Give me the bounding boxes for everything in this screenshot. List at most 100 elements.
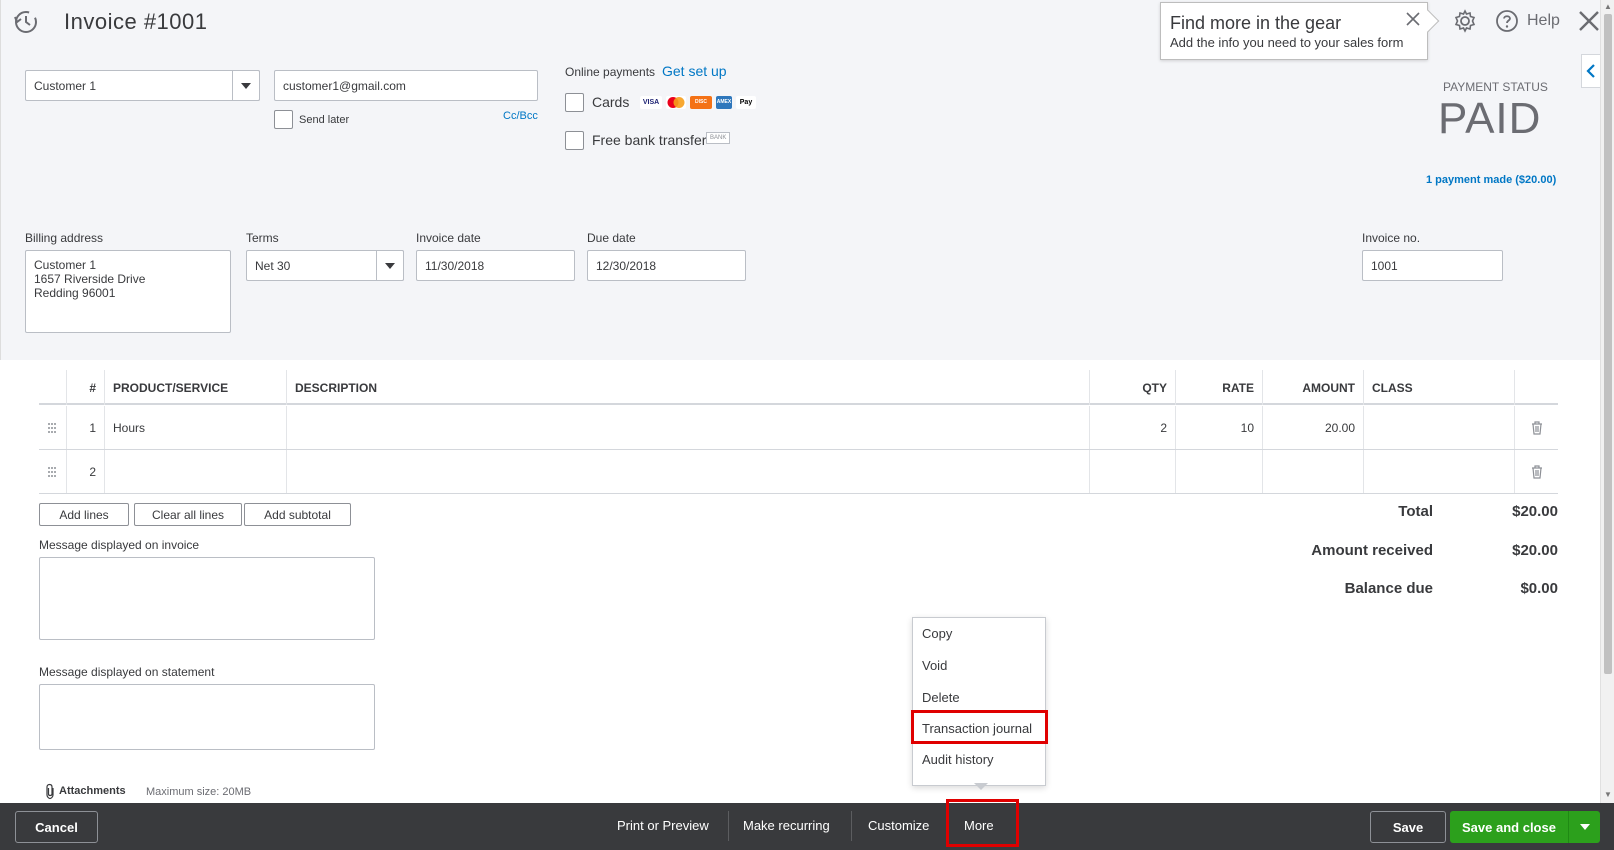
payments-made-link[interactable]: 1 payment made ($20.00) [1426, 174, 1556, 186]
drag-handle-icon[interactable] [47, 466, 57, 481]
chevron-down-icon[interactable] [376, 250, 404, 281]
row-product[interactable] [104, 450, 286, 493]
more-menu: Copy Void Delete Transaction journal Aud… [912, 617, 1046, 786]
table-row[interactable]: 1 Hours 2 10 20.00 [39, 406, 1558, 450]
page-title: Invoice #1001 [64, 9, 208, 34]
col-num: # [66, 370, 104, 405]
billing-address-field[interactable]: Customer 1 1657 Riverside Drive Redding … [25, 250, 231, 333]
row-class[interactable] [1363, 406, 1514, 449]
row-rate[interactable]: 10 [1175, 406, 1262, 449]
menu-item-audit-history[interactable]: Audit history [913, 744, 1045, 774]
statement-message-field[interactable] [39, 684, 375, 750]
save-options-dropdown[interactable] [1569, 811, 1600, 843]
amount-received-label: Amount received [1311, 542, 1433, 559]
chevron-down-icon[interactable] [232, 70, 260, 101]
row-product[interactable]: Hours [104, 406, 286, 449]
menu-item-void[interactable]: Void [913, 650, 1045, 680]
attachments-max-size: Maximum size: 20MB [146, 786, 252, 798]
vertical-scrollbar[interactable]: ▲ ▼ [1600, 0, 1614, 803]
visa-icon: VISA [640, 96, 662, 110]
customer-email-field[interactable]: customer1@gmail.com [274, 70, 538, 101]
close-form-icon[interactable] [1577, 9, 1601, 36]
total-label: Total [1398, 503, 1433, 520]
scroll-up-icon[interactable]: ▲ [1603, 2, 1613, 12]
row-amount[interactable] [1262, 450, 1363, 493]
save-and-close-button[interactable]: Save and close [1450, 811, 1568, 843]
cards-checkbox[interactable] [565, 93, 584, 112]
help-link[interactable]: Help [1527, 12, 1560, 30]
terms-label: Terms [246, 231, 279, 245]
row-qty[interactable] [1089, 450, 1175, 493]
balance-due-label: Balance due [1344, 580, 1433, 597]
send-later-checkbox[interactable] [274, 110, 293, 129]
row-class[interactable] [1363, 450, 1514, 493]
col-class: CLASS [1363, 370, 1514, 405]
footer-bar: Cancel Print or Preview Make recurring C… [0, 803, 1614, 850]
send-later-label: Send later [299, 114, 350, 126]
bank-badge: BANK [706, 132, 731, 144]
add-subtotal-button[interactable]: Add subtotal [244, 503, 351, 526]
add-lines-button[interactable]: Add lines [39, 503, 129, 526]
recent-transactions-icon[interactable] [12, 8, 40, 39]
cancel-button[interactable]: Cancel [15, 811, 98, 843]
billing-address-label: Billing address [25, 231, 104, 245]
save-and-close-split-button: Save and close [1450, 811, 1600, 843]
make-recurring-link[interactable]: Make recurring [743, 803, 830, 847]
trash-icon[interactable] [1514, 450, 1558, 493]
card-logos: VISA DISC AMEX Pay [640, 94, 760, 110]
gear-tooltip: Find more in the gear Add the info you n… [1160, 2, 1440, 60]
col-qty: QTY [1089, 370, 1175, 405]
clear-all-lines-button[interactable]: Clear all lines [134, 503, 242, 526]
bank-transfer-label: Free bank transfer [592, 132, 707, 148]
total-value: $20.00 [1512, 503, 1558, 520]
save-button[interactable]: Save [1370, 811, 1446, 843]
collapse-panel-button[interactable] [1581, 54, 1600, 88]
customer-select[interactable]: Customer 1 [25, 70, 260, 101]
line-items-header: # PRODUCT/SERVICE DESCRIPTION QTY RATE A… [39, 370, 1558, 405]
gear-icon[interactable] [1453, 9, 1477, 36]
scroll-down-icon[interactable]: ▼ [1603, 790, 1613, 800]
tooltip-close-icon[interactable] [1405, 11, 1421, 30]
discover-icon: DISC [690, 96, 712, 110]
row-description[interactable] [286, 406, 1089, 449]
trash-icon[interactable] [1514, 406, 1558, 449]
cc-bcc-link[interactable]: Cc/Bcc [503, 110, 538, 122]
print-preview-link[interactable]: Print or Preview [617, 803, 709, 847]
scroll-thumb[interactable] [1604, 14, 1612, 674]
online-payments-label: Online payments [565, 65, 656, 79]
get-set-up-link[interactable]: Get set up [662, 63, 727, 79]
cards-label: Cards [592, 94, 630, 110]
apple-pay-icon: Pay [736, 96, 756, 110]
col-amount: AMOUNT [1262, 370, 1363, 405]
help-icon[interactable] [1495, 9, 1519, 36]
more-highlight [946, 799, 1019, 847]
due-date-label: Due date [587, 231, 636, 245]
due-date-field[interactable]: 12/30/2018 [587, 250, 746, 281]
menu-item-delete[interactable]: Delete [913, 682, 1045, 712]
transaction-journal-highlight [911, 710, 1048, 744]
row-amount[interactable]: 20.00 [1262, 406, 1363, 449]
bank-transfer-checkbox[interactable] [565, 131, 584, 150]
table-row[interactable]: 2 [39, 450, 1558, 494]
row-description[interactable] [286, 450, 1089, 493]
customize-link[interactable]: Customize [868, 803, 929, 847]
paperclip-icon [44, 783, 56, 803]
invoice-message-field[interactable] [39, 557, 375, 640]
invoice-date-field[interactable]: 11/30/2018 [416, 250, 575, 281]
menu-pointer [974, 783, 988, 790]
mastercard-icon [666, 96, 686, 110]
payment-status-value: PAID [1438, 94, 1542, 143]
attachments-label[interactable]: Attachments [59, 785, 126, 797]
amex-icon: AMEX [716, 96, 732, 110]
invoice-no-field[interactable]: 1001 [1362, 250, 1503, 281]
balance-due-value: $0.00 [1520, 580, 1558, 597]
terms-select[interactable]: Net 30 [246, 250, 404, 281]
payment-status-label: PAYMENT STATUS [1443, 80, 1548, 94]
tooltip-body: Add the info you need to your sales form [1170, 35, 1404, 50]
chevron-left-icon [1586, 64, 1595, 78]
row-qty[interactable]: 2 [1089, 406, 1175, 449]
menu-item-copy[interactable]: Copy [913, 618, 1045, 648]
row-num: 2 [66, 450, 104, 493]
row-rate[interactable] [1175, 450, 1262, 493]
drag-handle-icon[interactable] [47, 422, 57, 437]
